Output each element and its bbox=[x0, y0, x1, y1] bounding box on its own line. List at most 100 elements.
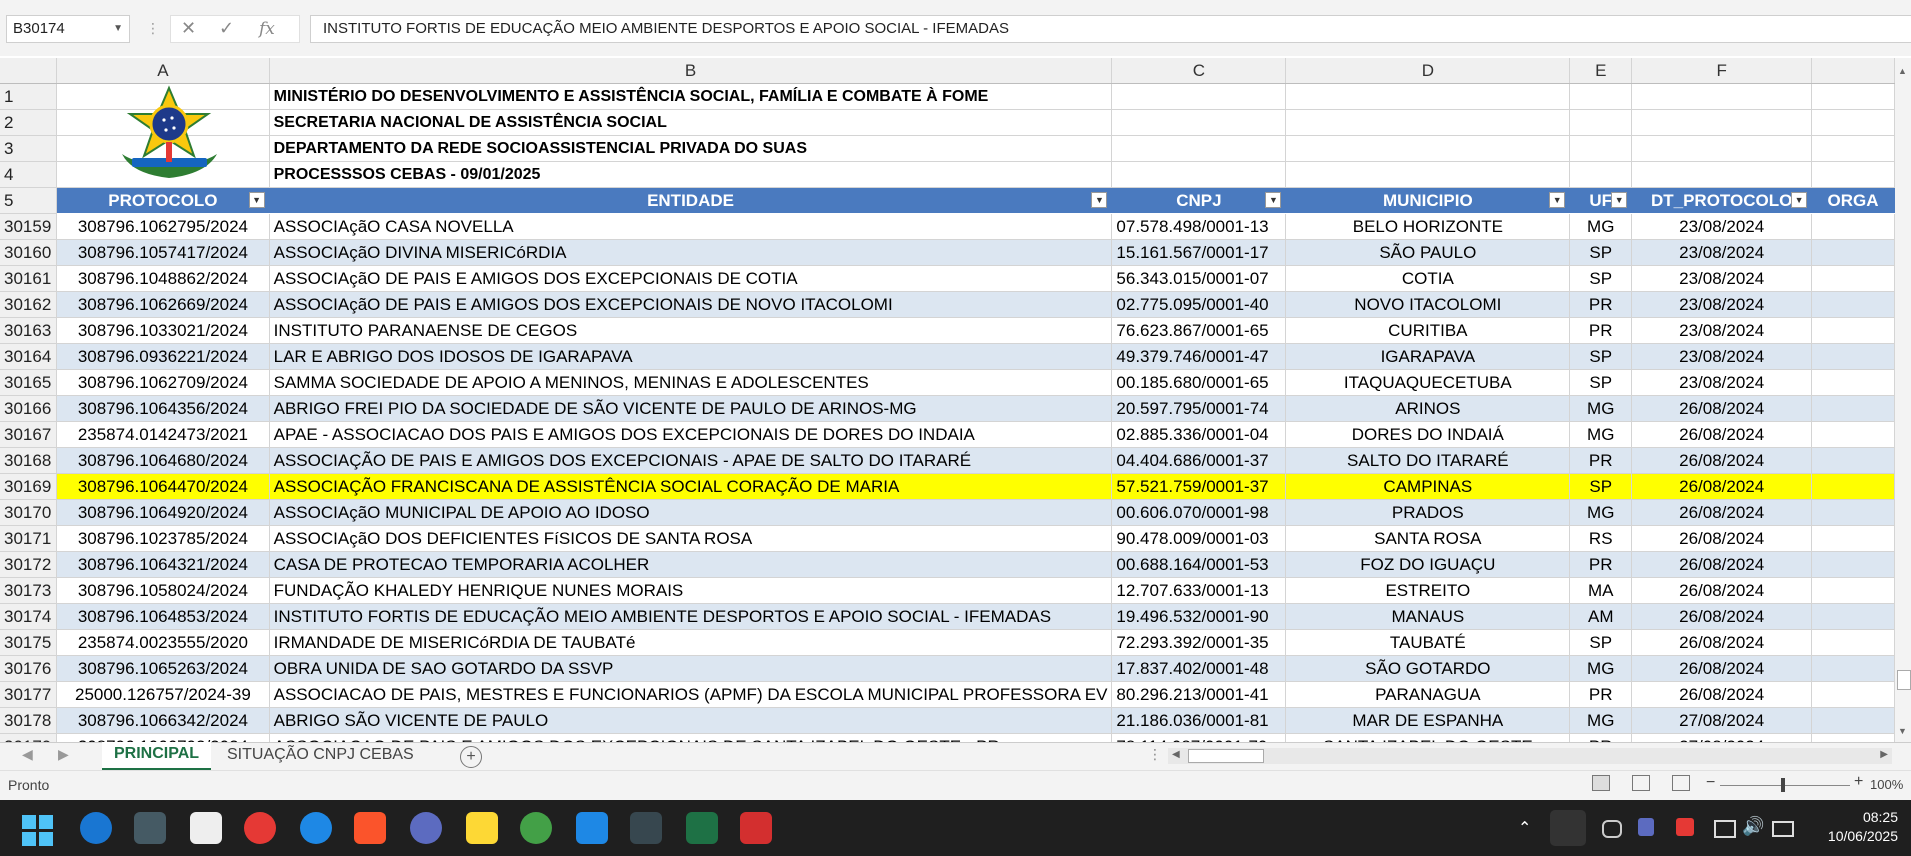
uf-cell[interactable]: MA bbox=[1569, 577, 1633, 604]
cell[interactable] bbox=[1569, 109, 1633, 136]
row-header[interactable]: 30170 bbox=[0, 499, 58, 526]
municipio-cell[interactable]: ARINOS bbox=[1285, 395, 1571, 422]
table-header-cell[interactable]: ENTIDADE ▼ bbox=[269, 187, 1113, 214]
dt-protocolo-cell[interactable]: 26/08/2024 bbox=[1631, 629, 1813, 656]
entidade-cell[interactable]: OBRA UNIDA DE SAO GOTARDO DA SSVP bbox=[269, 655, 1113, 682]
network-icon[interactable] bbox=[1714, 820, 1736, 838]
tab-prev-icon[interactable]: ◀ bbox=[22, 746, 33, 763]
filter-dropdown-icon[interactable]: ▼ bbox=[1549, 192, 1566, 208]
cell[interactable] bbox=[1285, 109, 1571, 136]
zoom-out-icon[interactable]: − bbox=[1706, 774, 1715, 792]
select-all-corner[interactable] bbox=[0, 58, 58, 84]
horizontal-scrollbar[interactable]: ◀ ▶ bbox=[1168, 748, 1892, 764]
cell[interactable] bbox=[1631, 109, 1813, 136]
dt-protocolo-cell[interactable]: 23/08/2024 bbox=[1631, 317, 1813, 344]
tab-principal[interactable]: PRINCIPAL bbox=[102, 742, 212, 771]
row-header[interactable]: 30163 bbox=[0, 317, 58, 344]
entidade-cell[interactable]: LAR E ABRIGO DOS IDOSOS DE IGARAPAVA bbox=[269, 343, 1113, 370]
tab-next-icon[interactable]: ▶ bbox=[58, 746, 69, 763]
vertical-scroll-thumb[interactable] bbox=[1897, 670, 1911, 690]
cell[interactable] bbox=[1111, 135, 1287, 162]
table-header-cell[interactable]: DT_PROTOCOLO ▼ bbox=[1631, 187, 1813, 214]
municipio-cell[interactable]: ESTREITO bbox=[1285, 577, 1571, 604]
cell[interactable] bbox=[1811, 161, 1895, 188]
municipio-cell[interactable]: NOVO ITACOLOMI bbox=[1285, 291, 1571, 318]
uf-cell[interactable]: MG bbox=[1569, 707, 1633, 734]
cnpj-cell[interactable]: 19.496.532/0001-90 bbox=[1111, 603, 1287, 630]
cnpj-cell[interactable]: 00.688.164/0001-53 bbox=[1111, 551, 1287, 578]
zoom-slider[interactable] bbox=[1720, 785, 1850, 786]
dt-protocolo-cell[interactable]: 26/08/2024 bbox=[1631, 525, 1813, 552]
chevron-up-icon[interactable]: ⌃ bbox=[1518, 818, 1531, 838]
entidade-cell[interactable]: CASA DE PROTECAO TEMPORARIA ACOLHER bbox=[269, 551, 1113, 578]
tray-app-icon[interactable] bbox=[1676, 818, 1694, 836]
protocolo-cell[interactable]: 308796.1057417/2024 bbox=[56, 239, 270, 266]
orga-cell[interactable] bbox=[1811, 681, 1895, 708]
protocolo-cell[interactable]: 308796.1064680/2024 bbox=[56, 447, 270, 474]
cnpj-cell[interactable]: 02.775.095/0001-40 bbox=[1111, 291, 1287, 318]
municipio-cell[interactable]: DORES DO INDAIÁ bbox=[1285, 421, 1571, 448]
cell[interactable] bbox=[1285, 135, 1571, 162]
filter-dropdown-icon[interactable]: ▼ bbox=[1091, 192, 1108, 208]
cnpj-cell[interactable]: 90.478.009/0001-03 bbox=[1111, 525, 1287, 552]
municipio-cell[interactable]: CURITIBA bbox=[1285, 317, 1571, 344]
scroll-left-icon[interactable]: ◀ bbox=[1172, 749, 1180, 760]
municipio-cell[interactable]: SÃO GOTARDO bbox=[1285, 655, 1571, 682]
page-break-view-icon[interactable] bbox=[1672, 775, 1690, 791]
entidade-cell[interactable]: ASSOCIAçãO MUNICIPAL DE APOIO AO IDOSO bbox=[269, 499, 1113, 526]
municipio-cell[interactable]: SANTA ROSA bbox=[1285, 525, 1571, 552]
chevron-down-icon[interactable]: ▼ bbox=[113, 16, 123, 42]
protocolo-cell[interactable]: 308796.1066342/2024 bbox=[56, 707, 270, 734]
entidade-cell[interactable]: ASSOCIACAO DE PAIS, MESTRES E FUNCIONARI… bbox=[269, 681, 1113, 708]
column-header[interactable]: E bbox=[1569, 58, 1633, 84]
cnpj-cell[interactable]: 17.837.402/0001-48 bbox=[1111, 655, 1287, 682]
uf-cell[interactable]: MG bbox=[1569, 499, 1633, 526]
protocolo-cell[interactable]: 308796.1062669/2024 bbox=[56, 291, 270, 318]
title-cell[interactable]: MINISTÉRIO DO DESENVOLVIMENTO E ASSISTÊN… bbox=[269, 83, 1113, 110]
protocolo-cell[interactable]: 308796.1064920/2024 bbox=[56, 499, 270, 526]
row-header[interactable]: 30167 bbox=[0, 421, 58, 448]
orga-cell[interactable] bbox=[1811, 655, 1895, 682]
entidade-cell[interactable]: IRMANDADE DE MISERICóRDIA DE TAUBATé bbox=[269, 629, 1113, 656]
municipio-cell[interactable]: SÃO PAULO bbox=[1285, 239, 1571, 266]
app-icon-vnc[interactable] bbox=[190, 812, 222, 844]
protocolo-cell[interactable]: 308796.1048862/2024 bbox=[56, 265, 270, 292]
column-header[interactable] bbox=[1811, 58, 1895, 84]
protocolo-cell[interactable]: 308796.1058024/2024 bbox=[56, 577, 270, 604]
cnpj-cell[interactable]: 56.343.015/0001-07 bbox=[1111, 265, 1287, 292]
entidade-cell[interactable]: ASSOCIACAO DE PAIS E AMIGOS DOS EXCEPCIO… bbox=[269, 733, 1113, 742]
municipio-cell[interactable]: PRADOS bbox=[1285, 499, 1571, 526]
row-header[interactable]: 30161 bbox=[0, 265, 58, 292]
zoom-slider-thumb[interactable] bbox=[1781, 778, 1785, 792]
cell[interactable] bbox=[1569, 83, 1633, 110]
orga-cell[interactable] bbox=[1811, 499, 1895, 526]
orga-cell[interactable] bbox=[1811, 733, 1895, 742]
uf-cell[interactable]: MG bbox=[1569, 421, 1633, 448]
dt-protocolo-cell[interactable]: 23/08/2024 bbox=[1631, 265, 1813, 292]
orga-cell[interactable] bbox=[1811, 525, 1895, 552]
page-layout-view-icon[interactable] bbox=[1632, 775, 1650, 791]
excel-icon[interactable] bbox=[686, 812, 718, 844]
table-header-cell[interactable]: MUNICIPIO ▼ bbox=[1285, 187, 1571, 214]
municipio-cell[interactable]: PARANAGUA bbox=[1285, 681, 1571, 708]
entidade-cell[interactable]: APAE - ASSOCIACAO DOS PAIS E AMIGOS DOS … bbox=[269, 421, 1113, 448]
municipio-cell[interactable]: COTIA bbox=[1285, 265, 1571, 292]
orga-cell[interactable] bbox=[1811, 707, 1895, 734]
entidade-cell[interactable]: ASSOCIAÇÃO FRANCISCANA DE ASSISTÊNCIA SO… bbox=[269, 473, 1113, 500]
municipio-cell[interactable]: BELO HORIZONTE bbox=[1285, 213, 1571, 240]
orga-cell[interactable] bbox=[1811, 343, 1895, 370]
uf-cell[interactable]: PR bbox=[1569, 291, 1633, 318]
protocolo-cell[interactable]: 308796.1065263/2024 bbox=[56, 655, 270, 682]
municipio-cell[interactable]: IGARAPAVA bbox=[1285, 343, 1571, 370]
cell[interactable] bbox=[1285, 161, 1571, 188]
protocolo-cell[interactable]: 308796.1064470/2024 bbox=[56, 473, 270, 500]
dt-protocolo-cell[interactable]: 27/08/2024 bbox=[1631, 733, 1813, 742]
filter-dropdown-icon[interactable]: ▼ bbox=[248, 192, 265, 208]
cell-grid[interactable]: A B C D E F 1 MINISTÉRIO DO DESENVOLVIMENTO E A… bbox=[0, 58, 1895, 742]
table-header-cell[interactable]: CNPJ ▼ bbox=[1111, 187, 1287, 214]
row-header[interactable]: 5 bbox=[0, 187, 58, 214]
municipio-cell[interactable]: MAR DE ESPANHA bbox=[1285, 707, 1571, 734]
dt-protocolo-cell[interactable]: 26/08/2024 bbox=[1631, 551, 1813, 578]
title-cell[interactable]: DEPARTAMENTO DA REDE SOCIOASSISTENCIAL P… bbox=[269, 135, 1113, 162]
cell[interactable] bbox=[1285, 83, 1571, 110]
